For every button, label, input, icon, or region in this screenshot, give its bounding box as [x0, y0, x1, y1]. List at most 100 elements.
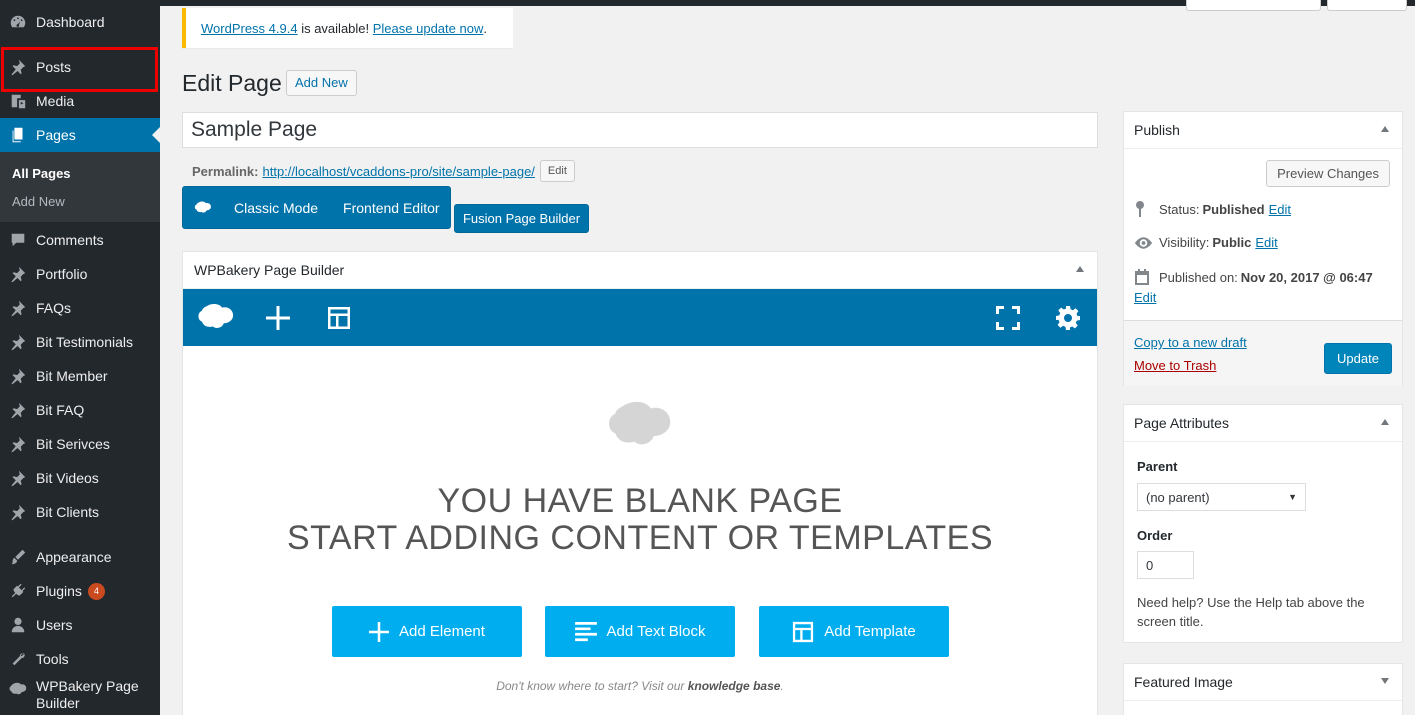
published-value: Nov 20, 2017 @ 06:47: [1240, 269, 1373, 285]
sidebar-item-wpbakery[interactable]: WPBakery Page Builder: [0, 678, 160, 712]
sidebar-item-bit-services[interactable]: Bit Serivces: [0, 427, 160, 461]
page-attributes-header[interactable]: Page Attributes: [1124, 405, 1402, 442]
collapse-arrow-icon[interactable]: [1381, 126, 1389, 132]
status-value: Published: [1202, 201, 1265, 217]
fullscreen-icon[interactable]: [996, 306, 1020, 330]
sidebar-item-bit-videos[interactable]: Bit Videos: [0, 461, 160, 495]
sidebar-item-label: Tools: [36, 651, 69, 667]
visibility-edit-link[interactable]: Edit: [1255, 235, 1277, 250]
sidebar-item-label: Bit Testimonials: [36, 334, 134, 350]
sidebar-item-tools[interactable]: Tools: [0, 642, 160, 676]
pin-icon: [0, 469, 36, 487]
page-attributes-help: Need help? Use the Help tab above the sc…: [1137, 595, 1365, 629]
wpbakery-logo-icon: [194, 201, 214, 214]
update-button[interactable]: Update: [1324, 343, 1392, 374]
helper-suffix: .: [780, 679, 784, 693]
add-element-button[interactable]: Add Element: [332, 606, 522, 657]
eye-icon: [1134, 236, 1159, 249]
sidebar-item-label: Users: [36, 617, 73, 633]
collapse-arrow-icon[interactable]: [1076, 266, 1084, 272]
permalink-url-link[interactable]: http://localhost/vcaddons-pro/site/sampl…: [262, 164, 534, 179]
wpbakery-logo-icon[interactable]: [197, 303, 235, 331]
expand-arrow-icon[interactable]: [1381, 678, 1389, 684]
order-input[interactable]: 0: [1137, 551, 1194, 579]
sidebar-item-label: Comments: [36, 232, 104, 248]
sidebar-item-faqs[interactable]: FAQs: [0, 291, 160, 325]
publish-box: Publish Preview Changes Status: Publishe…: [1123, 111, 1403, 386]
templates-icon[interactable]: [327, 306, 351, 330]
published-edit-link[interactable]: Edit: [1134, 290, 1156, 305]
add-element-plus-icon[interactable]: [266, 306, 290, 330]
page-title-input[interactable]: Sample Page: [182, 112, 1098, 148]
permalink-edit-button[interactable]: Edit: [539, 160, 575, 182]
copy-to-new-draft-link[interactable]: Copy to a new draft: [1134, 335, 1247, 350]
published-label: Published on:: [1159, 269, 1238, 285]
text-block-icon: [574, 621, 597, 641]
sidebar-item-plugins[interactable]: Plugins 4: [0, 574, 160, 608]
add-text-block-button[interactable]: Add Text Block: [545, 606, 735, 657]
sidebar-item-label: Plugins: [36, 583, 82, 599]
pin-icon: [0, 435, 36, 453]
collapse-arrow-icon[interactable]: [1381, 419, 1389, 425]
wordpress-version-link[interactable]: WordPress 4.9.4: [201, 21, 298, 36]
publish-actions: Copy to a new draft Move to Trash Update: [1124, 320, 1402, 386]
publish-box-header[interactable]: Publish: [1124, 112, 1402, 149]
sidebar-item-comments[interactable]: Comments: [0, 223, 160, 257]
fusion-page-builder-button[interactable]: Fusion Page Builder: [454, 204, 589, 233]
permalink-row: Permalink: http://localhost/vcaddons-pro…: [192, 160, 575, 182]
sidebar-item-label: Dashboard: [36, 14, 105, 30]
blank-page-heading: YOU HAVE BLANK PAGE: [437, 482, 843, 520]
preview-changes-button[interactable]: Preview Changes: [1266, 160, 1390, 187]
add-new-button[interactable]: Add New: [286, 70, 357, 96]
frontend-editor-button[interactable]: Frontend Editor: [343, 200, 440, 216]
sidebar-item-label: Bit Videos: [36, 470, 99, 486]
featured-image-title: Featured Image: [1134, 674, 1233, 690]
sidebar-item-label: Portfolio: [36, 266, 88, 282]
sidebar-item-bit-testimonials[interactable]: Bit Testimonials: [0, 325, 160, 359]
wpbakery-box-header[interactable]: WPBakery Page Builder: [183, 252, 1097, 289]
settings-gear-icon[interactable]: [1056, 306, 1080, 330]
pin-icon: [0, 401, 36, 419]
featured-image-header[interactable]: Featured Image: [1124, 664, 1402, 701]
sidebar-item-label: Bit Clients: [36, 504, 100, 520]
sidebar-item-bit-faq[interactable]: Bit FAQ: [0, 393, 160, 427]
help-tab[interactable]: [1327, 0, 1407, 11]
visibility-row: Visibility: Public Edit: [1134, 235, 1278, 250]
classic-mode-button[interactable]: Classic Mode: [234, 200, 318, 216]
pages-submenu: All Pages Add New: [0, 152, 160, 222]
media-icon: [0, 92, 36, 110]
sidebar-item-bit-member[interactable]: Bit Member: [0, 359, 160, 393]
parent-select[interactable]: (no parent) ▼: [1137, 483, 1306, 511]
sidebar-item-label: WPBakery Page Builder: [36, 678, 139, 711]
posts-highlight-box: [1, 47, 158, 92]
move-to-trash-link[interactable]: Move to Trash: [1134, 358, 1216, 373]
publish-box-title: Publish: [1134, 122, 1180, 138]
add-text-block-label: Add Text Block: [606, 623, 706, 640]
update-now-link[interactable]: Please update now: [373, 21, 484, 36]
sidebar-item-appearance[interactable]: Appearance: [0, 540, 160, 574]
users-icon: [0, 616, 36, 634]
sidebar-item-portfolio[interactable]: Portfolio: [0, 257, 160, 291]
notice-period: .: [483, 20, 487, 36]
screen-options-tab[interactable]: [1186, 0, 1321, 11]
knowledge-base-link[interactable]: knowledge base: [688, 679, 781, 693]
sidebar-item-label: Bit FAQ: [36, 402, 85, 418]
pin-icon: [0, 503, 36, 521]
add-element-label: Add Element: [399, 623, 485, 640]
add-template-button[interactable]: Add Template: [759, 606, 949, 657]
sidebar-item-users[interactable]: Users: [0, 608, 160, 642]
sidebar-item-bit-clients[interactable]: Bit Clients: [0, 495, 160, 529]
wpbakery-box-title: WPBakery Page Builder: [194, 262, 345, 278]
template-icon: [793, 621, 814, 642]
admin-sidebar: Dashboard Posts Media Pages All Pages Ad…: [0, 0, 160, 715]
pin-location-icon: [1134, 201, 1159, 217]
submenu-add-new[interactable]: Add New: [12, 194, 65, 209]
featured-image-box: Featured Image: [1123, 663, 1403, 715]
plugins-icon: [0, 582, 36, 600]
status-edit-link[interactable]: Edit: [1269, 202, 1291, 217]
sidebar-item-dashboard[interactable]: Dashboard: [0, 5, 160, 39]
blank-page-logo-icon: [607, 400, 673, 453]
sidebar-item-pages[interactable]: Pages: [0, 118, 160, 152]
submenu-all-pages[interactable]: All Pages: [12, 166, 71, 181]
helper-text: Don't know where to start? Visit our kno…: [183, 679, 1097, 693]
